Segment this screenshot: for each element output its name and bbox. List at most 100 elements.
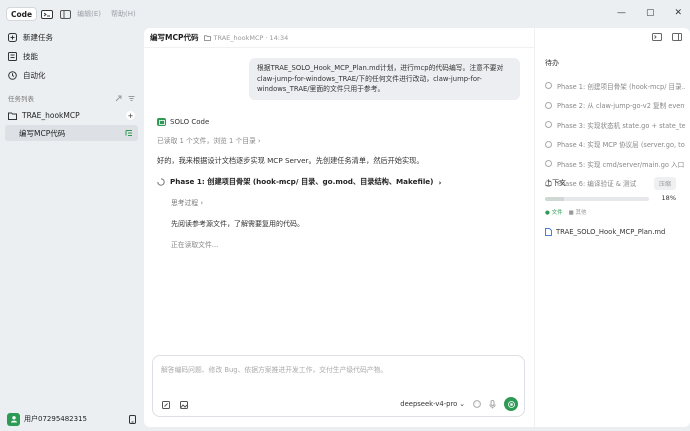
model-select[interactable]: deepseek-v4-pro ⌄ (400, 400, 465, 408)
todo-circle-icon (545, 121, 552, 129)
todo-circle-icon (545, 160, 552, 168)
panel-toggle-icon[interactable] (672, 33, 682, 41)
subtitle-path[interactable]: TRAE_hookMCP (213, 34, 263, 42)
terminal-icon[interactable] (41, 9, 54, 19)
task-list-label: 任务列表 (8, 95, 34, 103)
app-code-button[interactable]: Code (6, 7, 38, 21)
user-message: 根据TRAE_SOLO_Hook_MCP_Plan.md计划，进行mcp的代码编… (249, 58, 520, 100)
right-panel: 待办 Phase 1: 创建项目骨架 (hook-mcp/ 目录... Phas… (534, 28, 690, 427)
nav-new-task-label: 新建任务 (23, 33, 53, 42)
user-name[interactable]: 用户07295482315 (24, 414, 87, 424)
file-name: TRAE_SOLO_Hook_MCP_Plan.md (556, 228, 666, 236)
sub-step-text: 先阅读参考源文件，了解需要复用的代码。 (171, 220, 304, 228)
todo-label: 待办 (545, 59, 559, 67)
context-progress-fill (545, 197, 564, 201)
page-title: 编写MCP代码 (150, 33, 199, 42)
read-summary-text: 已读取 1 个文件，浏览 1 个目录 (157, 137, 256, 145)
reading-status: 正在读取文件... (171, 241, 219, 249)
skills-icon (8, 52, 17, 61)
close-button[interactable]: ✕ (674, 8, 682, 18)
chevron-down-icon: ⌄ (459, 400, 465, 408)
menu-edit[interactable]: 编辑(E) (77, 9, 101, 19)
folder-icon (204, 34, 212, 41)
solo-logo-icon (157, 118, 166, 126)
image-icon[interactable] (180, 401, 188, 409)
nav-skills[interactable]: 技能 (0, 47, 143, 66)
user-row: 用户07295482315 (0, 407, 143, 431)
compress-button[interactable]: 压缩 (653, 177, 676, 190)
context-tabs: ● 文件 ■ 其他 (545, 208, 587, 216)
maximize-button[interactable]: ▢ (646, 8, 655, 18)
avatar[interactable] (7, 412, 20, 426)
filter-icon[interactable] (128, 95, 135, 102)
context-label: 上下文 (545, 179, 566, 187)
chevron-right-icon: › (438, 177, 442, 187)
todo-text: Phase 6: 编译验证 & 测试 (557, 180, 637, 189)
todo-text: Phase 5: 实现 cmd/server/main.go 入口 + ... (557, 160, 685, 169)
folder-icon (8, 112, 17, 120)
phase-title: Phase 1: 创建项目骨架 (hook-mcp/ 目录、go.mod、目录结… (170, 177, 434, 186)
nav-new-task[interactable]: 新建任务 (0, 28, 143, 47)
terminal-panel-icon[interactable] (652, 33, 662, 41)
send-button[interactable] (504, 397, 518, 411)
context-progress-bar (545, 197, 649, 201)
automation-icon (8, 71, 17, 80)
task-list-header: 任务列表 (0, 89, 143, 107)
collapse-icon[interactable] (115, 95, 122, 102)
sidebar-toggle-icon[interactable] (59, 9, 71, 19)
emoji-icon[interactable] (473, 400, 481, 408)
todo-list: Phase 1: 创建项目骨架 (hook-mcp/ 目录... Phase 2… (545, 76, 685, 193)
file-icon (545, 228, 552, 236)
nav-automation[interactable]: 自动化 (0, 66, 143, 85)
tab-files[interactable]: ● 文件 (545, 208, 563, 216)
new-task-icon (8, 33, 17, 42)
todo-circle-icon (545, 140, 552, 148)
phase-step[interactable]: Phase 1: 创建项目骨架 (hook-mcp/ 目录、go.mod、目录结… (157, 177, 517, 187)
todo-text: Phase 4: 实现 MCP 协议层 (server.go, too... (557, 141, 685, 150)
subtitle-sep: · (265, 33, 268, 42)
tab-other-label: 其他 (575, 210, 587, 216)
app-label: Code (11, 9, 33, 19)
model-label: deepseek-v4-pro (400, 400, 458, 408)
assistant-message: SOLO Code 已读取 1 个文件，浏览 1 个目录 › 好的，我来根据设计… (157, 118, 517, 249)
spinner-icon (157, 178, 165, 186)
todo-text: Phase 3: 实现状态机 state.go + state_test... (557, 121, 685, 130)
mic-icon[interactable] (489, 399, 496, 409)
thinking-label: 思考过程 (171, 199, 199, 207)
todo-text: Phase 1: 创建项目骨架 (hook-mcp/ 目录... (557, 82, 685, 91)
assistant-name: SOLO Code (170, 118, 210, 126)
mobile-icon[interactable] (129, 414, 136, 424)
tab-files-label: 文件 (551, 210, 563, 216)
file-item[interactable]: TRAE_SOLO_Hook_MCP_Plan.md (545, 228, 665, 236)
attach-file-icon[interactable] (162, 401, 170, 409)
composer-placeholder[interactable]: 解答编码问题、修改 Bug、依据方案推进开发工作，交付生产级代码产物。 (161, 364, 387, 374)
tab-other[interactable]: ■ 其他 (569, 208, 587, 216)
project-item[interactable]: TRAE_hookMCP + (0, 107, 143, 124)
context-percent: 18% (661, 194, 676, 202)
todo-item: Phase 1: 创建项目骨架 (hook-mcp/ 目录... (545, 76, 685, 96)
message-composer[interactable]: 解答编码问题、修改 Bug、依据方案推进开发工作，交付生产级代码产物。 deep… (152, 355, 525, 417)
thinking-toggle[interactable]: 思考过程 › (171, 197, 517, 207)
chat-subtitle: TRAE_hookMCP · 14:34 (204, 34, 288, 42)
chat-panel: 编写MCP代码 TRAE_hookMCP · 14:34 根据TRAE_SOLO… (144, 28, 534, 427)
assistant-header: SOLO Code (157, 118, 517, 126)
todo-text: Phase 2: 从 claw-jump-go-v2 复制 event... (557, 102, 685, 111)
todo-item: Phase 4: 实现 MCP 协议层 (server.go, too... (545, 135, 685, 155)
menu-help[interactable]: 帮助(H) (111, 9, 136, 19)
read-summary[interactable]: 已读取 1 个文件，浏览 1 个目录 › (157, 135, 517, 145)
minimize-button[interactable]: — (617, 8, 626, 18)
stop-icon (507, 400, 515, 408)
nav-skills-label: 技能 (23, 52, 38, 61)
subtitle-time: 14:34 (269, 33, 289, 42)
chevron-right-icon: › (258, 137, 261, 145)
todo-circle-icon (545, 82, 552, 90)
add-task-button[interactable]: + (126, 111, 135, 120)
task-list-icon (125, 130, 132, 136)
chevron-right-icon: › (200, 199, 204, 207)
task-label: 编写MCP代码 (19, 128, 66, 138)
task-item-active[interactable]: 编写MCP代码 (5, 125, 138, 141)
nav-automation-label: 自动化 (23, 71, 46, 80)
title-bar: Code 编辑(E) 帮助(H) — ▢ ✕ (0, 0, 690, 28)
plan-text: 好的，我来根据设计文档逐步实现 MCP Server。先创建任务清单，然后开始实… (157, 156, 424, 165)
todo-item: Phase 2: 从 claw-jump-go-v2 复制 event... (545, 96, 685, 116)
